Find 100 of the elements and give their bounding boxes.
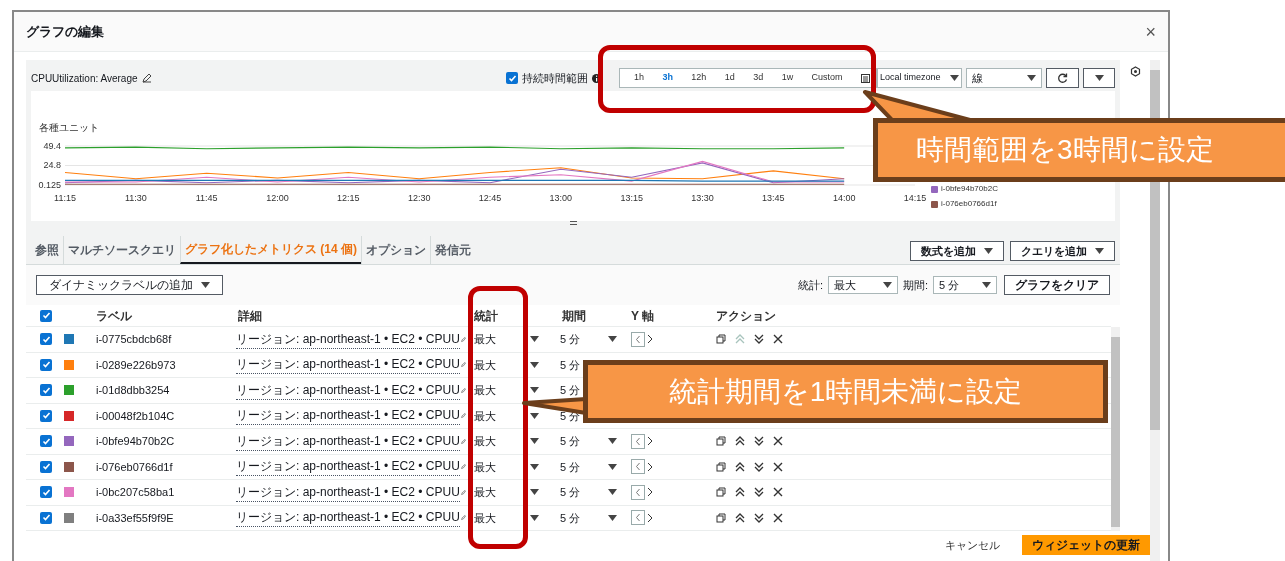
resize-handle[interactable] [569,221,577,225]
color-swatch[interactable] [64,334,74,345]
checkbox[interactable] [40,409,52,422]
chevron-right-icon[interactable] [647,487,653,498]
color-swatch[interactable] [64,410,74,421]
dynamic-label-button[interactable]: ダイナミックラベルの追加 [36,275,223,295]
table-cell[interactable]: 最大 [474,407,496,424]
checkbox[interactable] [40,384,52,397]
color-swatch[interactable] [64,359,74,370]
caret-icon [530,336,539,343]
detail-link[interactable]: リージョン: ap-northeast-1 • EC2 • CPUU [236,508,460,528]
table-cell[interactable]: 最大 [474,433,496,450]
tab[interactable]: 発信元 [430,236,475,264]
caret-icon [608,463,617,470]
detail-link[interactable]: リージョン: ap-northeast-1 • EC2 • CPUU [236,482,460,502]
clear-graph-button[interactable]: グラフをクリア [1004,275,1110,295]
table-cell[interactable]: 最大 [474,484,496,501]
close-icon[interactable] [773,461,783,472]
cancel-button[interactable]: キャンセル [945,536,1000,554]
update-widget-button[interactable]: ウィジェットの更新 [1022,535,1150,555]
timezone-select[interactable]: Local timezone [877,68,962,88]
chevron-right-icon[interactable] [647,436,653,447]
checkbox[interactable] [40,309,52,322]
time-range-option[interactable]: 1d [724,71,735,85]
close-button[interactable]: × [1145,22,1156,41]
refresh-options-button[interactable] [1083,68,1115,88]
time-range-option[interactable]: 1w [781,71,794,85]
chevron-right-icon[interactable] [647,461,653,472]
column-header: ラベル [96,307,133,325]
table-cell[interactable]: 5 分 [560,458,581,475]
duplicate-icon[interactable] [716,487,726,498]
legend-swatch [931,185,938,193]
table-cell[interactable]: 最大 [474,356,496,373]
move-down-icon[interactable] [754,461,764,472]
info-icon[interactable] [592,73,601,83]
chevron-right-icon[interactable] [647,334,653,345]
dropdown-button[interactable]: 数式を追加 [910,241,1004,261]
period-select[interactable]: 5 分 [933,276,997,294]
time-range-option[interactable]: 12h [691,71,707,85]
move-down-icon[interactable] [754,436,764,447]
detail-link[interactable]: リージョン: ap-northeast-1 • EC2 • CPUU [236,355,460,375]
move-up-icon[interactable] [735,512,745,523]
checkbox[interactable] [40,460,52,473]
duplicate-icon[interactable] [716,512,726,523]
edit-icon[interactable] [141,73,152,83]
stat-select[interactable]: 最大 [827,276,898,294]
color-swatch[interactable] [64,487,74,498]
settings-icon[interactable] [1129,66,1141,77]
table-cell[interactable]: 最大 [474,509,496,526]
move-up-icon[interactable] [735,487,745,498]
color-swatch[interactable] [64,461,74,472]
detail-link[interactable]: リージョン: ap-northeast-1 • EC2 • CPUU [236,329,460,349]
time-range-option[interactable]: Custom [811,71,843,85]
tab[interactable]: 参照 [31,236,63,264]
table-cell[interactable]: 5 分 [560,356,581,373]
move-down-icon[interactable] [754,334,764,345]
move-up-icon[interactable] [735,436,745,447]
table-cell[interactable]: 最大 [474,382,496,399]
time-range-option[interactable]: 1h [634,71,644,85]
detail-link[interactable]: リージョン: ap-northeast-1 • EC2 • CPUU [236,431,460,451]
tab[interactable]: マルチソースクエリ [63,236,180,264]
close-icon[interactable] [773,487,783,498]
checkbox[interactable] [40,435,52,448]
refresh-button[interactable] [1046,68,1079,88]
close-icon[interactable] [773,436,783,447]
move-down-icon[interactable] [754,512,764,523]
checkbox[interactable] [506,72,518,84]
checkbox[interactable] [40,358,52,371]
close-icon[interactable] [773,334,783,345]
time-range-option[interactable]: 3d [753,71,764,85]
detail-link[interactable]: リージョン: ap-northeast-1 • EC2 • CPUU [236,457,460,477]
table-cell[interactable]: 5 分 [560,509,581,526]
move-up-icon[interactable] [735,461,745,472]
checkbox[interactable] [40,333,52,346]
caret-icon [1094,75,1104,81]
checkbox[interactable] [40,486,52,499]
duplicate-icon[interactable] [716,334,726,345]
color-swatch[interactable] [64,512,74,523]
color-swatch[interactable] [64,436,74,447]
detail-link[interactable]: リージョン: ap-northeast-1 • EC2 • CPUU [236,406,460,426]
table-cell[interactable]: 最大 [474,331,496,348]
table-cell[interactable]: 5 分 [560,382,581,399]
table-cell[interactable]: 5 分 [560,433,581,450]
checkbox[interactable] [40,511,52,524]
table-cell[interactable]: 5 分 [560,484,581,501]
close-icon[interactable] [773,512,783,523]
move-down-icon[interactable] [754,487,764,498]
tab[interactable]: オプション [361,236,430,264]
time-range-option[interactable]: 3h [662,71,673,85]
table-cell[interactable]: 5 分 [560,331,581,348]
table-cell[interactable]: 最大 [474,458,496,475]
scrollbar[interactable] [1111,327,1120,531]
calendar-icon[interactable] [860,73,870,83]
color-swatch[interactable] [64,385,74,396]
duplicate-icon[interactable] [716,461,726,472]
chevron-right-icon[interactable] [647,512,653,523]
dropdown-button[interactable]: クエリを追加 [1010,241,1115,261]
duplicate-icon[interactable] [716,436,726,447]
chart-type-select[interactable]: 線 [966,68,1042,88]
detail-link[interactable]: リージョン: ap-northeast-1 • EC2 • CPUU [236,380,460,400]
